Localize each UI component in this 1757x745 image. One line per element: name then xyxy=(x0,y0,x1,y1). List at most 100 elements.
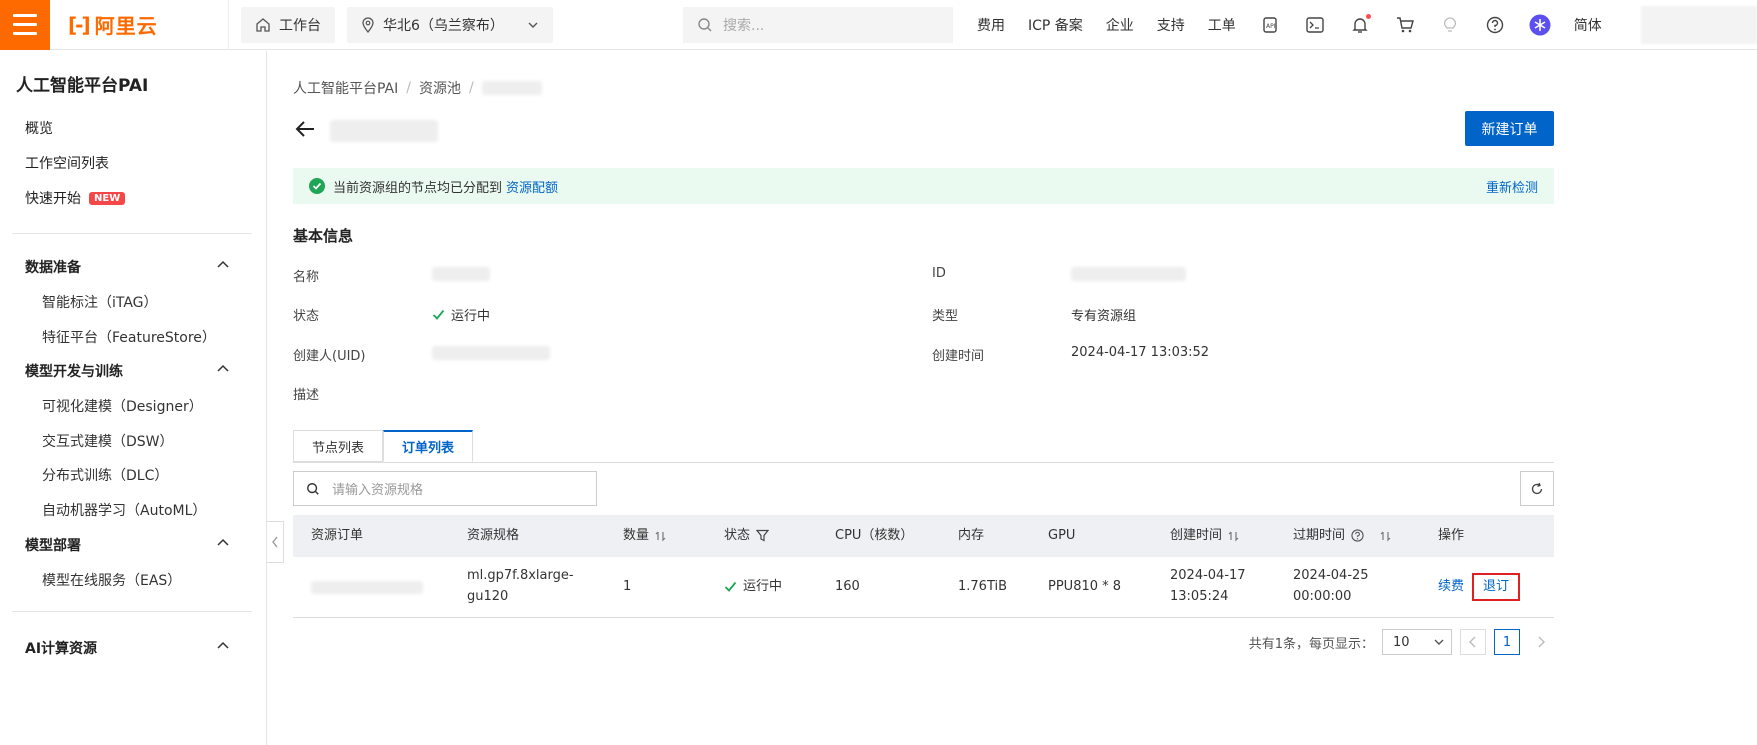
next-page-button[interactable] xyxy=(1528,629,1554,655)
page-title-redacted xyxy=(330,120,438,142)
pagination: 共有1条，每页显示： 10 1 xyxy=(1249,629,1554,655)
spec-cell: ml.gp7f.8xlarge- gu120 xyxy=(467,568,574,604)
col-header-status[interactable]: 状态 xyxy=(706,526,817,547)
svg-text:API: API xyxy=(1266,23,1276,30)
type-label: 类型 xyxy=(932,309,959,324)
sidebar-item-workspaces[interactable]: 工作空间列表 xyxy=(25,153,109,173)
page-button-1[interactable]: 1 xyxy=(1494,629,1520,655)
breadcrumb-item-resource-pool[interactable]: 资源池 xyxy=(419,78,461,98)
chevron-up-icon[interactable] xyxy=(216,257,230,271)
sidebar-divider xyxy=(12,611,252,612)
region-selector[interactable]: 华北6（乌兰察布） xyxy=(347,6,553,43)
chevron-up-icon[interactable] xyxy=(216,535,230,549)
nav-link-ticket[interactable]: 工单 xyxy=(1208,15,1236,35)
created-cell: 2024-04-17 13:05:24 xyxy=(1170,568,1246,604)
refresh-button[interactable] xyxy=(1520,471,1554,506)
chevron-up-icon[interactable] xyxy=(216,361,230,375)
language-switch[interactable]: 简体 xyxy=(1574,15,1602,35)
col-header-actions: 操作 xyxy=(1438,527,1465,543)
resource-spec-search-input[interactable]: 请输入资源规格 xyxy=(293,471,597,506)
qty-cell: 1 xyxy=(623,578,632,594)
sidebar-title: 人工智能平台PAI xyxy=(16,76,149,96)
order-id-cell xyxy=(293,580,449,594)
sidebar-divider xyxy=(12,233,252,234)
sidebar-group-model-dev[interactable]: 模型开发与训练 xyxy=(25,361,123,381)
col-header-spec: 资源规格 xyxy=(467,527,520,543)
page-size-select[interactable]: 10 xyxy=(1382,629,1452,655)
memory-cell: 1.76TiB xyxy=(958,578,1008,594)
sort-icon[interactable] xyxy=(1228,530,1240,542)
sidebar-item-automl[interactable]: 自动机器学习（AutoML） xyxy=(42,500,206,520)
filter-icon[interactable] xyxy=(756,529,770,542)
renew-link[interactable]: 续费 xyxy=(1438,577,1464,598)
global-search-input[interactable]: 搜索... xyxy=(683,6,953,43)
check-icon xyxy=(432,309,445,320)
aliyun-logo[interactable]: [-] 阿里云 xyxy=(68,10,228,39)
col-header-cpu: CPU（核数） xyxy=(835,527,914,543)
lightbulb-icon[interactable] xyxy=(1439,14,1461,36)
sidebar-item-quickstart[interactable]: 快速开始 NEW xyxy=(25,188,126,208)
sidebar-item-dsw[interactable]: 交互式建模（DSW） xyxy=(42,431,174,451)
sidebar-item-overview[interactable]: 概览 xyxy=(25,118,53,138)
new-order-button[interactable]: 新建订单 xyxy=(1465,111,1554,146)
created-time-value: 2024-04-17 13:03:52 xyxy=(1071,345,1210,360)
recheck-link[interactable]: 重新检测 xyxy=(1486,177,1538,196)
tab-node-list[interactable]: 节点列表 xyxy=(293,430,384,462)
col-header-qty[interactable]: 数量 xyxy=(605,526,706,547)
sidebar-item-designer[interactable]: 可视化建模（Designer） xyxy=(42,396,203,416)
notification-bell-icon[interactable] xyxy=(1349,13,1371,36)
creator-label: 创建人(UID) xyxy=(293,349,366,364)
help-circle-icon[interactable] xyxy=(1351,529,1364,543)
terminal-icon[interactable] xyxy=(1304,14,1326,36)
chevron-up-icon[interactable] xyxy=(216,638,230,652)
nav-link-billing[interactable]: 费用 xyxy=(977,15,1005,35)
breadcrumb-item-redacted xyxy=(481,81,542,95)
prev-page-button[interactable] xyxy=(1460,629,1486,655)
sidebar-group-deploy[interactable]: 模型部署 xyxy=(25,535,81,555)
id-label: ID xyxy=(932,266,946,281)
nav-link-icp[interactable]: ICP 备案 xyxy=(1028,15,1083,35)
status-cell: 运行中 xyxy=(706,577,817,598)
nav-link-enterprise[interactable]: 企业 xyxy=(1106,15,1134,35)
sidebar-item-dlc[interactable]: 分布式训练（DLC） xyxy=(42,465,168,485)
aliyun-logo-icon: [-] xyxy=(68,12,91,37)
table-row: ml.gp7f.8xlarge- gu120 1 运行中 160 1.76TiB… xyxy=(293,557,1554,618)
sort-icon[interactable] xyxy=(1380,530,1392,542)
resource-quota-link[interactable]: 资源配额 xyxy=(506,177,558,196)
sidebar-item-itag[interactable]: 智能标注（iTAG） xyxy=(42,292,158,312)
col-header-created[interactable]: 创建时间 xyxy=(1152,526,1275,547)
sidebar-item-featurestore[interactable]: 特征平台（FeatureStore） xyxy=(42,327,216,347)
sort-icon[interactable] xyxy=(655,530,667,542)
breadcrumb-separator: / xyxy=(406,80,411,96)
sidebar-group-data-prep[interactable]: 数据准备 xyxy=(25,257,81,277)
refresh-icon xyxy=(1531,482,1543,494)
breadcrumb-item-pai[interactable]: 人工智能平台PAI xyxy=(293,78,398,98)
created-time-label: 创建时间 xyxy=(932,349,985,364)
basic-info-title: 基本信息 xyxy=(293,227,354,245)
name-value-redacted xyxy=(432,267,490,281)
col-header-expire[interactable]: 过期时间 xyxy=(1275,526,1420,547)
chevron-right-icon xyxy=(1538,636,1545,648)
chevron-down-icon xyxy=(528,22,538,28)
cpu-cell: 160 xyxy=(835,578,860,594)
description-label: 描述 xyxy=(293,388,320,403)
user-account-menu[interactable] xyxy=(1641,6,1757,44)
assistant-avatar-icon[interactable] xyxy=(1529,14,1551,36)
tab-order-list[interactable]: 订单列表 xyxy=(383,430,474,462)
chevron-down-icon xyxy=(1434,639,1444,645)
pagination-summary: 共有1条，每页显示： xyxy=(1248,636,1374,652)
api-icon[interactable]: API xyxy=(1259,14,1281,36)
nav-link-support[interactable]: 支持 xyxy=(1157,15,1185,35)
sidebar-item-eas[interactable]: 模型在线服务（EAS） xyxy=(42,570,181,590)
hamburger-menu-button[interactable] xyxy=(0,0,50,50)
cart-icon[interactable] xyxy=(1394,14,1416,36)
back-arrow-icon[interactable] xyxy=(293,117,317,141)
workbench-button[interactable]: 工作台 xyxy=(241,6,335,43)
unsubscribe-link[interactable]: 退订 xyxy=(1472,572,1521,602)
name-label: 名称 xyxy=(293,270,320,285)
sidebar-group-compute[interactable]: AI计算资源 xyxy=(25,638,97,658)
help-icon[interactable] xyxy=(1484,14,1506,36)
col-header-memory: 内存 xyxy=(958,527,985,543)
top-bar: [-] 阿里云 工作台 华北6（乌兰察布） 搜索... 费用 ICP 备案 企业… xyxy=(0,0,1757,50)
chevron-left-icon xyxy=(1469,636,1476,648)
